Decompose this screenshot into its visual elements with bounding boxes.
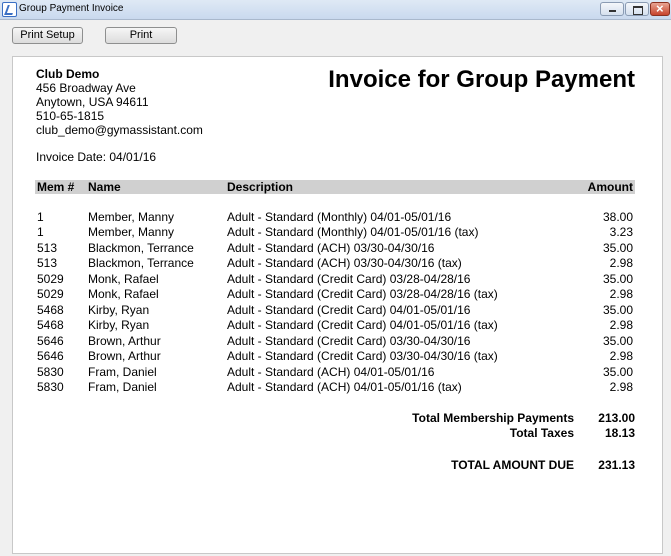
cell-description: Adult - Standard (Credit Card) 04/01-05/…	[227, 303, 471, 317]
total-due-value: 231.13	[598, 458, 635, 472]
app-icon	[2, 2, 17, 17]
table-row: 5468 Kirby, Ryan Adult - Standard (Credi…	[35, 318, 635, 333]
cell-mem: 1	[37, 210, 44, 224]
header-amount: Amount	[587, 180, 633, 194]
cell-description: Adult - Standard (ACH) 04/01-05/01/16 (t…	[227, 380, 462, 394]
cell-description: Adult - Standard (Credit Card) 03/30-04/…	[227, 349, 498, 363]
cell-amount: 2.98	[609, 318, 633, 332]
cell-name: Kirby, Ryan	[88, 318, 150, 332]
cell-name: Fram, Daniel	[88, 380, 157, 394]
cell-amount: 2.98	[609, 380, 633, 394]
cell-name: Brown, Arthur	[88, 349, 161, 363]
table-row: 5646 Brown, Arthur Adult - Standard (Cre…	[35, 334, 635, 349]
cell-amount: 35.00	[602, 241, 633, 255]
cell-amount: 2.98	[609, 256, 633, 270]
table-row: 513 Blackmon, Terrance Adult - Standard …	[35, 256, 635, 271]
title-bar: Group Payment Invoice	[0, 0, 671, 20]
club-name: Club Demo	[36, 67, 100, 81]
cell-amount: 2.98	[609, 349, 633, 363]
cell-mem: 1	[37, 225, 44, 239]
cell-mem: 5029	[37, 287, 64, 301]
cell-name: Blackmon, Terrance	[88, 241, 194, 255]
invoice-page: Club Demo 456 Broadway Ave Anytown, USA …	[12, 56, 663, 554]
total-due-label: TOTAL AMOUNT DUE	[451, 458, 574, 472]
club-phone: 510-65-1815	[36, 109, 105, 123]
cell-amount: 3.23	[609, 225, 633, 239]
cell-mem: 5830	[37, 365, 64, 379]
cell-name: Fram, Daniel	[88, 365, 157, 379]
cell-amount: 35.00	[602, 272, 633, 286]
cell-name: Brown, Arthur	[88, 334, 161, 348]
header-description: Description	[227, 180, 294, 194]
invoice-date: Invoice Date: 04/01/16	[36, 150, 157, 164]
cell-description: Adult - Standard (Credit Card) 03/28-04/…	[227, 287, 498, 301]
cell-name: Kirby, Ryan	[88, 303, 150, 317]
cell-mem: 5468	[37, 318, 64, 332]
table-row: 5646 Brown, Arthur Adult - Standard (Cre…	[35, 349, 635, 364]
cell-mem: 5646	[37, 334, 64, 348]
minimize-button[interactable]	[600, 2, 624, 16]
table-row: 5830 Fram, Daniel Adult - Standard (ACH)…	[35, 365, 635, 380]
invoice-document: Club Demo 456 Broadway Ave Anytown, USA …	[13, 57, 662, 553]
cell-description: Adult - Standard (ACH) 03/30-04/30/16	[227, 241, 435, 255]
cell-description: Adult - Standard (Credit Card) 03/28-04/…	[227, 272, 471, 286]
table-row: 5029 Monk, Rafael Adult - Standard (Cred…	[35, 287, 635, 302]
cell-mem: 5646	[37, 349, 64, 363]
table-row: 1 Member, Manny Adult - Standard (Monthl…	[35, 225, 635, 240]
total-taxes-value: 18.13	[604, 426, 635, 440]
total-membership-value: 213.00	[598, 411, 635, 425]
cell-name: Monk, Rafael	[88, 287, 159, 301]
cell-name: Blackmon, Terrance	[88, 256, 194, 270]
cell-description: Adult - Standard (Credit Card) 03/30-04/…	[227, 334, 471, 348]
table-row: 5830 Fram, Daniel Adult - Standard (ACH)…	[35, 380, 635, 395]
cell-amount: 35.00	[602, 365, 633, 379]
cell-description: Adult - Standard (Monthly) 04/01-05/01/1…	[227, 225, 479, 239]
print-button[interactable]: Print	[105, 27, 177, 44]
table-row: 5029 Monk, Rafael Adult - Standard (Cred…	[35, 272, 635, 287]
cell-mem: 513	[37, 241, 58, 255]
maximize-button[interactable]	[625, 2, 649, 16]
header-name: Name	[88, 180, 121, 194]
cell-description: Adult - Standard (Credit Card) 04/01-05/…	[227, 318, 498, 332]
cell-name: Member, Manny	[88, 225, 175, 239]
cell-mem: 5029	[37, 272, 64, 286]
club-address-line: 456 Broadway Ave	[36, 81, 136, 95]
cell-description: Adult - Standard (Monthly) 04/01-05/01/1…	[227, 210, 452, 224]
club-email: club_demo@gymassistant.com	[36, 123, 203, 137]
cell-amount: 35.00	[602, 334, 633, 348]
total-membership-label: Total Membership Payments	[412, 411, 574, 425]
cell-amount: 35.00	[602, 303, 633, 317]
cell-amount: 38.00	[602, 210, 633, 224]
cell-name: Member, Manny	[88, 210, 175, 224]
cell-amount: 2.98	[609, 287, 633, 301]
club-address-line: Anytown, USA 94611	[36, 95, 149, 109]
print-setup-button[interactable]: Print Setup	[12, 27, 83, 44]
cell-mem: 5468	[37, 303, 64, 317]
cell-description: Adult - Standard (ACH) 03/30-04/30/16 (t…	[227, 256, 462, 270]
close-button[interactable]	[650, 1, 670, 16]
cell-mem: 513	[37, 256, 58, 270]
cell-mem: 5830	[37, 380, 64, 394]
cell-description: Adult - Standard (ACH) 04/01-05/01/16	[227, 365, 435, 379]
total-taxes-label: Total Taxes	[509, 426, 574, 440]
invoice-title: Invoice for Group Payment	[328, 66, 635, 93]
cell-name: Monk, Rafael	[88, 272, 159, 286]
table-row: 513 Blackmon, Terrance Adult - Standard …	[35, 241, 635, 256]
table-row: 1 Member, Manny Adult - Standard (Monthl…	[35, 210, 635, 225]
table-header: Mem # Name Description Amount	[35, 180, 635, 194]
table-row: 5468 Kirby, Ryan Adult - Standard (Credi…	[35, 303, 635, 318]
window-title: Group Payment Invoice	[19, 3, 124, 14]
header-mem: Mem #	[37, 180, 75, 194]
